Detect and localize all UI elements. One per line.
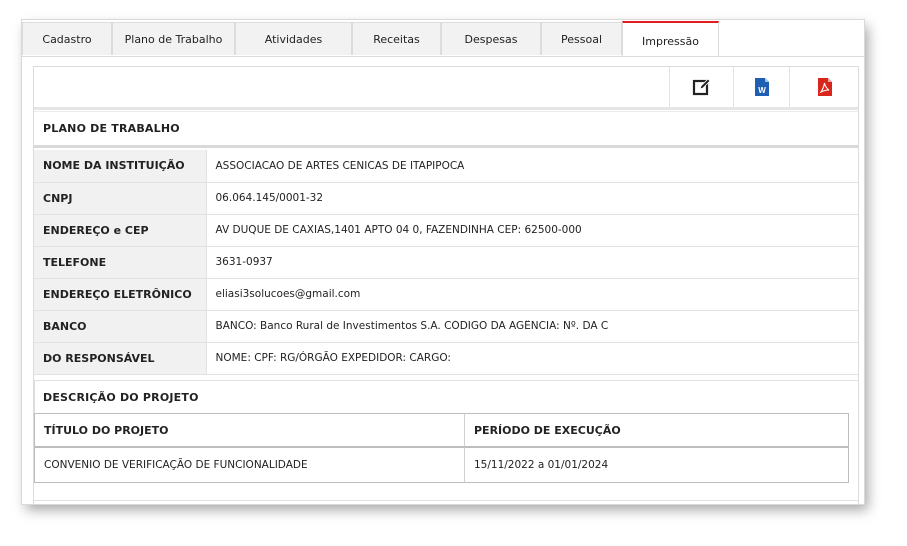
table-row: TELEFONE 3631-0937	[34, 246, 858, 279]
print-panel: W PLANO DE TRABALHO NOME DA INSTITUIÇÃO …	[33, 66, 859, 504]
tab-impressao[interactable]: Impressão	[622, 21, 719, 56]
table-row: BANCO BANCO: Banco Rural de Investimento…	[34, 310, 858, 343]
row-label: ENDEREÇO ELETRÔNICO	[34, 278, 207, 311]
table-row: NOME DA INSTITUIÇÃO ASSOCIACAO DE ARTES …	[34, 150, 858, 183]
row-label: DO RESPONSÁVEL	[34, 342, 207, 375]
row-value: AV DUQUE DE CAXIAS,1401 APTO 04 0, FAZEN…	[206, 214, 858, 247]
row-value-cell: BANCO: Banco Rural de Investimentos S.A.…	[206, 310, 858, 343]
next-section-edge	[33, 500, 859, 504]
row-label: CNPJ	[34, 182, 207, 215]
table-row: DO RESPONSÁVEL NOME: CPF: RG/ÓRGÃO EXPED…	[34, 342, 858, 375]
word-glyph: W	[758, 86, 766, 95]
descricao-section-title: DESCRIÇÃO DO PROJETO	[34, 380, 858, 413]
export-pdf-button[interactable]	[789, 67, 859, 107]
app-window: Cadastro Plano de Trabalho Atividades Re…	[22, 20, 864, 504]
row-label: TELEFONE	[34, 246, 207, 279]
row-label: BANCO	[34, 310, 207, 343]
row-value: 3631-0937	[206, 246, 858, 279]
project-table: TÍTULO DO PROJETO PERÍODO DE EXECUÇÃO CO…	[34, 413, 849, 483]
edit-icon[interactable]	[692, 77, 712, 97]
row-label: ENDEREÇO e CEP	[34, 214, 207, 247]
tab-receitas[interactable]: Receitas	[352, 22, 441, 55]
table-row: ENDEREÇO ELETRÔNICO eliasi3solucoes@gmai…	[34, 278, 858, 311]
project-title-value: CONVENIO DE VERIFICAÇÃO DE FUNCIONALIDAD…	[35, 448, 465, 482]
pdf-document-icon[interactable]	[815, 77, 835, 97]
row-label: NOME DA INSTITUIÇÃO	[34, 150, 207, 183]
col-header-periodo: PERÍODO DE EXECUÇÃO	[465, 414, 848, 448]
row-value: ASSOCIACAO DE ARTES CENICAS DE ITAPIPOCA	[206, 150, 858, 183]
table-row: CONVENIO DE VERIFICAÇÃO DE FUNCIONALIDAD…	[35, 448, 848, 482]
row-value: 06.064.145/0001-32	[206, 182, 858, 215]
word-document-icon[interactable]: W	[752, 77, 772, 97]
edit-button[interactable]	[669, 67, 734, 107]
tab-cadastro[interactable]: Cadastro	[22, 22, 112, 55]
table-row: ENDEREÇO e CEP AV DUQUE DE CAXIAS,1401 A…	[34, 214, 858, 247]
tab-despesas[interactable]: Despesas	[441, 22, 541, 55]
plano-section-title: PLANO DE TRABALHO	[34, 111, 858, 148]
project-table-header: TÍTULO DO PROJETO PERÍODO DE EXECUÇÃO	[35, 414, 848, 448]
plano-info-table: NOME DA INSTITUIÇÃO ASSOCIACAO DE ARTES …	[34, 150, 858, 375]
col-header-titulo: TÍTULO DO PROJETO	[35, 414, 465, 448]
tab-bar: Cadastro Plano de Trabalho Atividades Re…	[22, 20, 864, 57]
tab-atividades[interactable]: Atividades	[235, 22, 352, 55]
export-word-button[interactable]: W	[733, 67, 790, 107]
row-value: NOME: CPF: RG/ÓRGÃO EXPEDIDOR: CARGO:	[206, 342, 858, 375]
row-value: BANCO: Banco Rural de Investimentos S.A.…	[215, 320, 609, 332]
toolbar: W	[34, 67, 858, 110]
table-row: CNPJ 06.064.145/0001-32	[34, 182, 858, 215]
tab-plano-de-trabalho[interactable]: Plano de Trabalho	[112, 22, 235, 55]
tab-pessoal[interactable]: Pessoal	[541, 22, 622, 55]
project-period-value: 15/11/2022 a 01/01/2024	[474, 459, 609, 471]
row-value: eliasi3solucoes@gmail.com	[206, 278, 858, 311]
